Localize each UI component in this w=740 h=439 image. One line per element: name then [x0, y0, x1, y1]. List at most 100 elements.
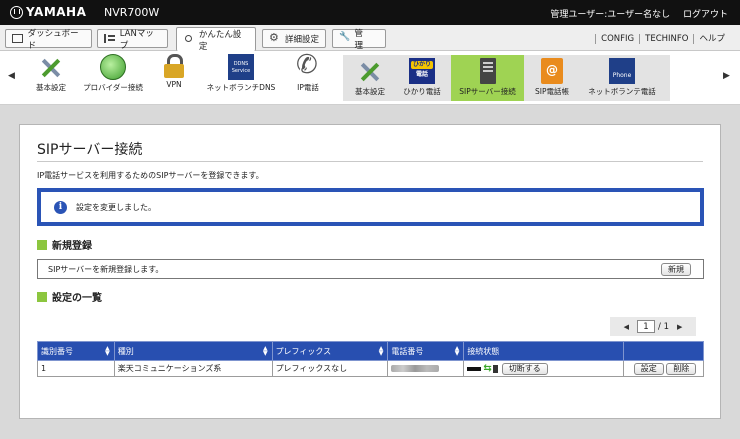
menu-netvolante-dns-label: ネットボランチDNS	[206, 83, 276, 92]
page-number-input[interactable]: 1	[637, 320, 655, 333]
title-divider	[37, 161, 703, 162]
tab-easy-settings-label: かんたん設定	[198, 29, 242, 52]
sort-icon: ▲ ▼	[105, 345, 110, 357]
tab-detail-settings-label: 詳細設定	[285, 34, 320, 45]
column-status-label: 接続状態	[467, 346, 500, 356]
config-link[interactable]: CONFIG	[595, 34, 640, 44]
column-header-prefix[interactable]: プレフィックス ▲ ▼	[271, 341, 389, 361]
logout-link[interactable]: ログアウト	[683, 10, 728, 20]
page-total: / 1	[658, 321, 669, 332]
cell-connection-status: ⇆ 切断する	[463, 360, 625, 377]
top-bar: YAMAHA NVR700W 管理ユーザー:ユーザー名なし ログアウト	[0, 0, 740, 25]
column-header-id[interactable]: 識別番号 ▲ ▼	[37, 341, 115, 361]
menu-basic-settings-label: 基本設定	[36, 83, 66, 92]
ddns-icon: DDNS Service	[228, 54, 254, 80]
settings-list-heading: 設定の一覧	[37, 289, 102, 304]
submenu-basic-settings[interactable]: 基本設定	[349, 55, 391, 101]
wrench-icon	[339, 32, 350, 43]
globe-icon	[100, 54, 126, 80]
sip-server-icon	[479, 58, 496, 84]
sip-server-table: 識別番号 ▲ ▼ 種別 ▲ ▼ プレフィックス ▲ ▼ 電話番号 ▲ ▼ 接続状態 1 楽天コミ…	[37, 341, 704, 377]
user-info: 管理ユーザー:ユーザー名なし ログアウト	[540, 7, 728, 20]
submenu-sip-server-label: SIPサーバー接続	[459, 87, 516, 96]
tab-easy-settings[interactable]: かんたん設定	[176, 27, 256, 52]
tab-dashboard[interactable]: ダッシュボード	[5, 29, 92, 51]
cable-icon	[467, 366, 482, 371]
phone-icon	[294, 50, 322, 80]
tools-icon	[37, 54, 65, 80]
next-page-icon[interactable]: ▶	[677, 323, 682, 331]
server-icon	[492, 364, 498, 373]
techinfo-link[interactable]: TECHINFO	[639, 34, 694, 44]
help-link[interactable]: ヘルプ	[693, 34, 730, 44]
main-panel: SIPサーバー接続 IP電話サービスを利用するためのSIPサーバーを登録できます…	[19, 124, 721, 419]
scroll-left-arrow-icon[interactable]: ◀	[8, 71, 15, 81]
table-row: 1 楽天コミュニケーションズ系 プレフィックスなし ⇆ 切断する 設定 削除	[37, 360, 704, 377]
tab-detail-settings[interactable]: 詳細設定	[262, 29, 326, 48]
delete-button[interactable]: 削除	[666, 362, 697, 375]
cell-actions: 設定 削除	[623, 360, 704, 377]
utility-links: CONFIG TECHINFO ヘルプ	[595, 32, 730, 44]
hikari-icon-subtext: 電話	[415, 71, 428, 78]
connected-arrows-icon: ⇆	[483, 363, 492, 374]
cell-id: 1	[37, 360, 115, 377]
new-button[interactable]: 新規	[661, 263, 691, 276]
submenu-sip-phonebook[interactable]: SIP電話帳	[530, 55, 574, 101]
disconnect-button[interactable]: 切断する	[501, 362, 548, 375]
page-description: IP電話サービスを利用するためのSIPサーバーを登録できます。	[37, 171, 264, 180]
menu-ip-phone[interactable]: IP電話	[288, 50, 328, 97]
magic-wand-icon	[183, 35, 194, 44]
submenu-hikari-phone[interactable]: ひかり 電話 ひかり電話	[398, 55, 446, 101]
submenu-sip-server-connection[interactable]: SIPサーバー接続	[451, 55, 524, 101]
main-tab-bar: ダッシュボード LANマップ かんたん設定 詳細設定 管 理 CONFIGTEC…	[0, 25, 740, 52]
tools-icon	[356, 58, 384, 84]
tab-lanmap-label: LANマップ	[119, 28, 154, 51]
current-user: 管理ユーザー:ユーザー名なし	[550, 10, 671, 20]
yamaha-emblem-icon	[10, 5, 23, 19]
menu-netvolante-dns[interactable]: DDNS Service ネットボランチDNS	[202, 51, 280, 97]
column-header-actions	[623, 341, 704, 361]
menu-provider-connection[interactable]: プロバイダー接続	[80, 51, 146, 97]
table-header-row: 識別番号 ▲ ▼ 種別 ▲ ▼ プレフィックス ▲ ▼ 電話番号 ▲ ▼ 接続状態	[37, 341, 704, 361]
cell-type: 楽天コミュニケーションズ系	[113, 360, 273, 377]
prev-page-icon[interactable]: ◀	[624, 323, 629, 331]
model-name: NVR700W	[104, 6, 160, 19]
menu-vpn-label: VPN	[166, 80, 182, 89]
new-registration-box: SIPサーバーを新規登録します。 新規	[37, 259, 704, 279]
lock-icon	[163, 54, 185, 78]
menu-vpn[interactable]: VPN	[154, 51, 194, 97]
brand-name: YAMAHA	[26, 5, 87, 19]
sort-icon: ▲ ▼	[262, 345, 268, 357]
hikari-icon-text: ひかり	[411, 61, 433, 69]
page-title: SIPサーバー接続	[37, 142, 143, 158]
settings-icon-strip: ◀ 基本設定 プロバイダー接続 VPN DDNS Service ネットボランチ…	[0, 50, 740, 105]
phonebook-icon	[541, 58, 563, 84]
cell-phone-number	[387, 360, 465, 377]
submenu-netvolante-phone[interactable]: Phone ネットボランテ電話	[581, 55, 663, 101]
lanmap-icon	[104, 34, 115, 43]
column-header-phone[interactable]: 電話番号 ▲ ▼	[387, 341, 465, 361]
scroll-right-arrow-icon[interactable]: ▶	[723, 71, 730, 81]
new-registration-heading: 新規登録	[37, 237, 92, 252]
submenu-netvolante-phone-label: ネットボランテ電話	[588, 87, 656, 96]
status-notice: i 設定を変更しました。	[37, 188, 704, 226]
menu-provider-connection-label: プロバイダー接続	[83, 83, 143, 92]
edit-button[interactable]: 設定	[633, 362, 664, 375]
hikari-phone-icon: ひかり 電話	[409, 58, 435, 84]
tab-admin[interactable]: 管 理	[332, 29, 386, 51]
sort-icon: ▲ ▼	[378, 345, 384, 357]
sort-icon: ▲ ▼	[454, 345, 460, 357]
submenu-basic-settings-label: 基本設定	[355, 87, 385, 96]
menu-basic-settings[interactable]: 基本設定	[28, 51, 74, 97]
redacted-phone-number	[391, 365, 440, 372]
column-header-type[interactable]: 種別 ▲ ▼	[113, 341, 273, 361]
info-icon: i	[54, 200, 67, 214]
column-prefix-label: プレフィックス	[275, 346, 332, 356]
column-header-status: 接続状態	[463, 341, 625, 361]
tab-lanmap[interactable]: LANマップ	[97, 28, 168, 51]
ip-phone-submenu: 基本設定 ひかり電話 ひかり電話 SIPサーバー接続 SIP電話帳 Phone …	[343, 55, 670, 101]
submenu-sip-phonebook-label: SIP電話帳	[535, 87, 569, 96]
dashboard-icon	[12, 34, 23, 43]
pagination: ◀ 1 / 1 ▶	[610, 317, 696, 336]
cell-prefix: プレフィックスなし	[271, 360, 389, 377]
